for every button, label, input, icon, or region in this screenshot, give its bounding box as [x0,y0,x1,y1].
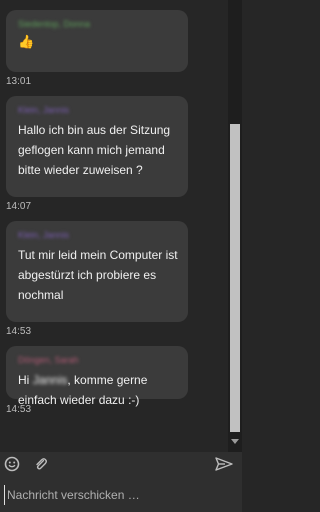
message-bubble: Döngen, Sarah Hi Jannis, komme gerne ein… [6,346,188,407]
message-time: 14:53 [6,404,32,415]
message-text: Tut mir leid mein Computer ist abgestürz… [18,248,178,302]
scrollbar[interactable] [228,0,242,452]
message-input[interactable] [4,485,239,505]
scroll-down-arrow-icon[interactable] [230,434,240,448]
message-list: Siedentop, Donna 👍 13:01 Klein, Jannis H… [0,0,228,452]
message-time: 14:07 [6,201,32,212]
message-text: Hi Jannis, komme gerne einfach wieder da… [18,370,178,410]
sender-name: Klein, Jannis [18,105,70,115]
message-text: Hallo ich bin aus der Sitzung geflogen k… [18,123,171,177]
message-time: 13:01 [6,76,32,87]
message-time: 14:53 [6,326,32,337]
send-icon[interactable] [215,456,233,472]
mention-name: Jannis [32,373,68,387]
message-composer [0,476,242,512]
message-bubble: Siedentop, Donna 👍 [6,10,188,72]
sender-name: Siedentop, Donna [18,19,91,29]
sender-name: Döngen, Sarah [18,355,79,365]
greeting: Hi [18,373,30,387]
message-bubble: Klein, Jannis Tut mir leid mein Computer… [6,221,188,322]
message-bubble: Klein, Jannis Hallo ich bin aus der Sitz… [6,96,188,197]
sender-name: Klein, Jannis [18,230,70,240]
paperclip-icon[interactable] [33,456,49,472]
message-toolbar [0,452,242,476]
thumbs-up-emoji: 👍 [18,34,35,49]
scrollbar-thumb[interactable] [230,124,240,432]
smiley-icon[interactable] [4,456,20,472]
